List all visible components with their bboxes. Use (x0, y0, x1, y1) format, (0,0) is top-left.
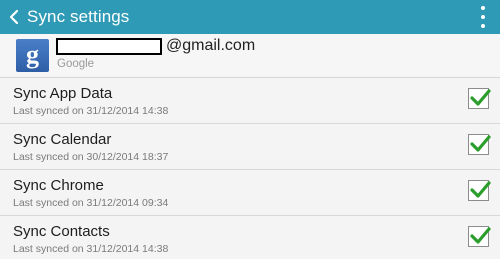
overflow-menu-icon-dot (481, 15, 485, 19)
check-icon (470, 135, 491, 152)
page-title: Sync settings (27, 7, 130, 26)
account-header: g @gmail.com Google (0, 34, 500, 76)
sync-item-last-synced: Last synced on 31/12/2014 14:38 (13, 243, 169, 255)
account-type-label: Google (57, 58, 95, 70)
account-email-suffix: @gmail.com (166, 37, 256, 54)
sync-contacts-checkbox[interactable] (468, 226, 491, 247)
sync-calendar-checkbox[interactable] (468, 134, 491, 155)
action-bar: Sync settings (0, 0, 500, 34)
sync-item-title: Sync App Data (13, 85, 113, 102)
sync-item-last-synced: Last synced on 31/12/2014 09:34 (13, 197, 169, 209)
check-icon (470, 89, 491, 106)
sync-item-contacts[interactable]: Sync Contacts Last synced on 31/12/2014 … (0, 216, 500, 259)
sync-item-title: Sync Chrome (13, 177, 104, 194)
overflow-menu-icon-dot (481, 24, 485, 28)
chevron-left-icon (9, 9, 19, 25)
google-logo-icon: g (16, 39, 49, 72)
check-icon (470, 227, 491, 244)
sync-item-app-data[interactable]: Sync App Data Last synced on 31/12/2014 … (0, 78, 500, 123)
sync-settings-screen: Sync settings g @gmail.com Google Sync A… (0, 0, 500, 259)
overflow-menu-icon-dot (481, 6, 485, 10)
redacted-email-box (56, 38, 162, 55)
sync-chrome-checkbox[interactable] (468, 180, 491, 201)
check-icon (470, 181, 491, 198)
sync-item-chrome[interactable]: Sync Chrome Last synced on 31/12/2014 09… (0, 170, 500, 215)
sync-item-calendar[interactable]: Sync Calendar Last synced on 30/12/2014 … (0, 124, 500, 169)
back-button[interactable] (3, 0, 25, 34)
sync-list: Sync App Data Last synced on 31/12/2014 … (0, 77, 500, 259)
overflow-menu-button[interactable] (478, 6, 488, 28)
sync-item-last-synced: Last synced on 31/12/2014 14:38 (13, 105, 169, 117)
sync-item-title: Sync Contacts (13, 223, 110, 240)
sync-app-data-checkbox[interactable] (468, 88, 491, 109)
sync-item-title: Sync Calendar (13, 131, 112, 148)
sync-item-last-synced: Last synced on 30/12/2014 18:37 (13, 151, 169, 163)
